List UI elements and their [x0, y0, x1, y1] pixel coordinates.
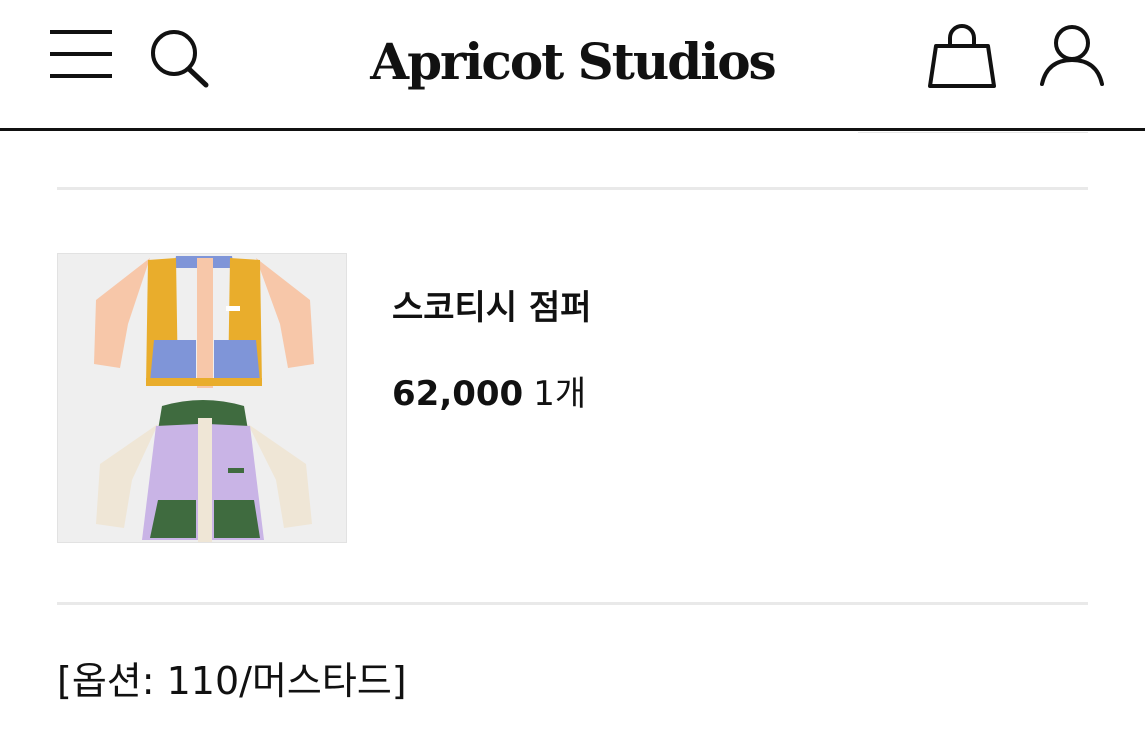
- product-option: [옵션: 110/머스타드]: [57, 659, 407, 703]
- price-row: 62,000 1개: [392, 366, 586, 415]
- product-jackets-image: [94, 256, 314, 542]
- product-price: 62,000: [392, 374, 524, 414]
- site-header: Apricot Studios: [0, 0, 1145, 131]
- top-divider: [57, 187, 1088, 190]
- product-name[interactable]: 스코티시 점퍼: [392, 280, 592, 329]
- product-thumbnail[interactable]: [57, 253, 347, 543]
- account-button[interactable]: [1036, 22, 1108, 88]
- product-quantity: 1개: [533, 374, 587, 414]
- user-icon: [1040, 25, 1104, 86]
- shopping-bag-icon: [928, 24, 996, 88]
- cart-button[interactable]: [922, 22, 1002, 92]
- bottom-divider: [57, 602, 1088, 605]
- faint-divider: [858, 132, 1088, 133]
